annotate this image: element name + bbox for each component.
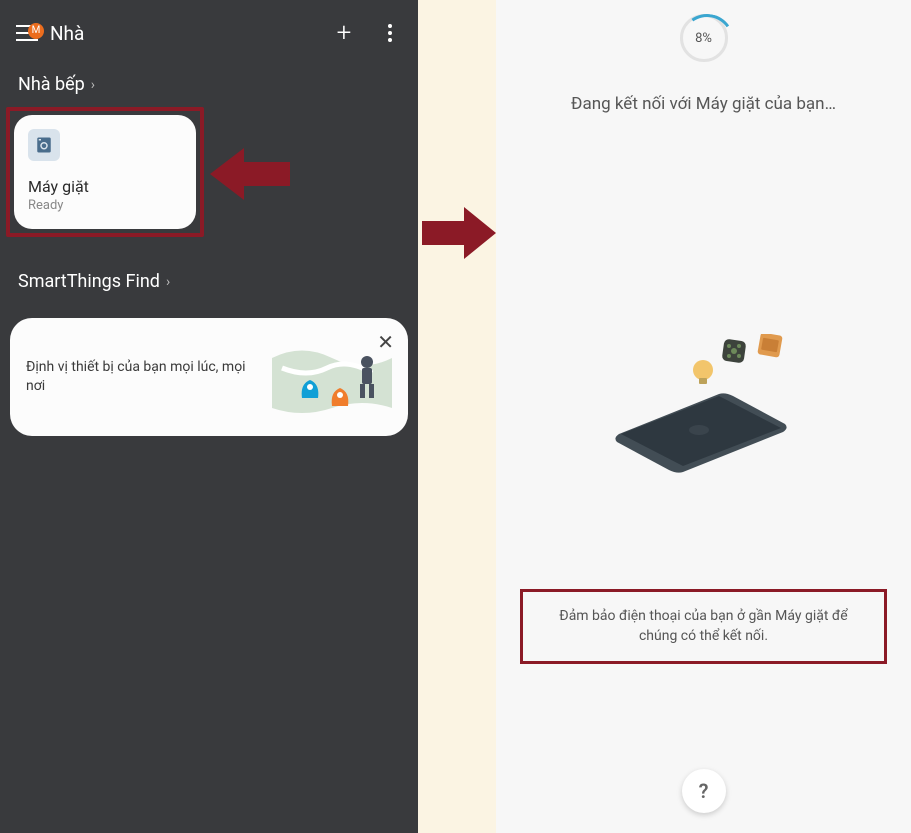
instruction-highlight: Đảm bảo điện thoại của bạn ở gần Máy giặ… xyxy=(520,589,887,664)
smartthings-find-card[interactable]: Định vị thiết bị của bạn mọi lúc, mọi nơ… xyxy=(10,318,408,436)
home-title[interactable]: Nhà xyxy=(50,22,322,45)
arrow-annotation-left xyxy=(210,144,290,204)
device-highlight: Máy giặt Ready xyxy=(6,107,204,237)
close-icon[interactable]: ✕ xyxy=(377,330,394,354)
connecting-message: Đang kết nối với Máy giặt của bạn… xyxy=(496,94,911,114)
washer-icon xyxy=(28,129,60,161)
progress-percent: 8% xyxy=(680,14,728,62)
progress-indicator: 8% xyxy=(680,14,728,62)
help-icon: ? xyxy=(699,779,709,803)
arrow-annotation-right xyxy=(422,204,496,262)
smartthings-home-screen: M Nhà + Nhà bếp › Máy giặt Ready xyxy=(0,0,418,833)
menu-badge: M xyxy=(28,23,44,39)
menu-icon[interactable]: M xyxy=(16,21,40,45)
section-smartthings-find[interactable]: SmartThings Find › xyxy=(0,263,418,304)
instruction-text: Đảm bảo điện thoại của bạn ở gần Máy giặ… xyxy=(559,608,847,644)
help-button[interactable]: ? xyxy=(682,769,726,813)
add-icon[interactable]: + xyxy=(332,18,356,48)
connecting-illustration xyxy=(496,334,911,484)
chevron-right-icon: › xyxy=(166,274,170,290)
section-label: SmartThings Find xyxy=(18,271,160,292)
more-icon[interactable] xyxy=(378,21,402,45)
app-header: M Nhà + xyxy=(0,0,418,66)
section-label: Nhà bếp xyxy=(18,74,85,95)
section-kitchen[interactable]: Nhà bếp › xyxy=(0,66,418,107)
find-illustration xyxy=(272,338,392,416)
device-name: Máy giặt xyxy=(28,177,182,196)
chevron-right-icon: › xyxy=(91,77,95,93)
connecting-screen: 8% Đang kết nối với Máy giặt của bạn… xyxy=(496,0,911,833)
find-card-text: Định vị thiết bị của bạn mọi lúc, mọi nơ… xyxy=(26,358,262,396)
washer-device-card[interactable]: Máy giặt Ready xyxy=(14,115,196,229)
device-status: Ready xyxy=(28,198,182,213)
